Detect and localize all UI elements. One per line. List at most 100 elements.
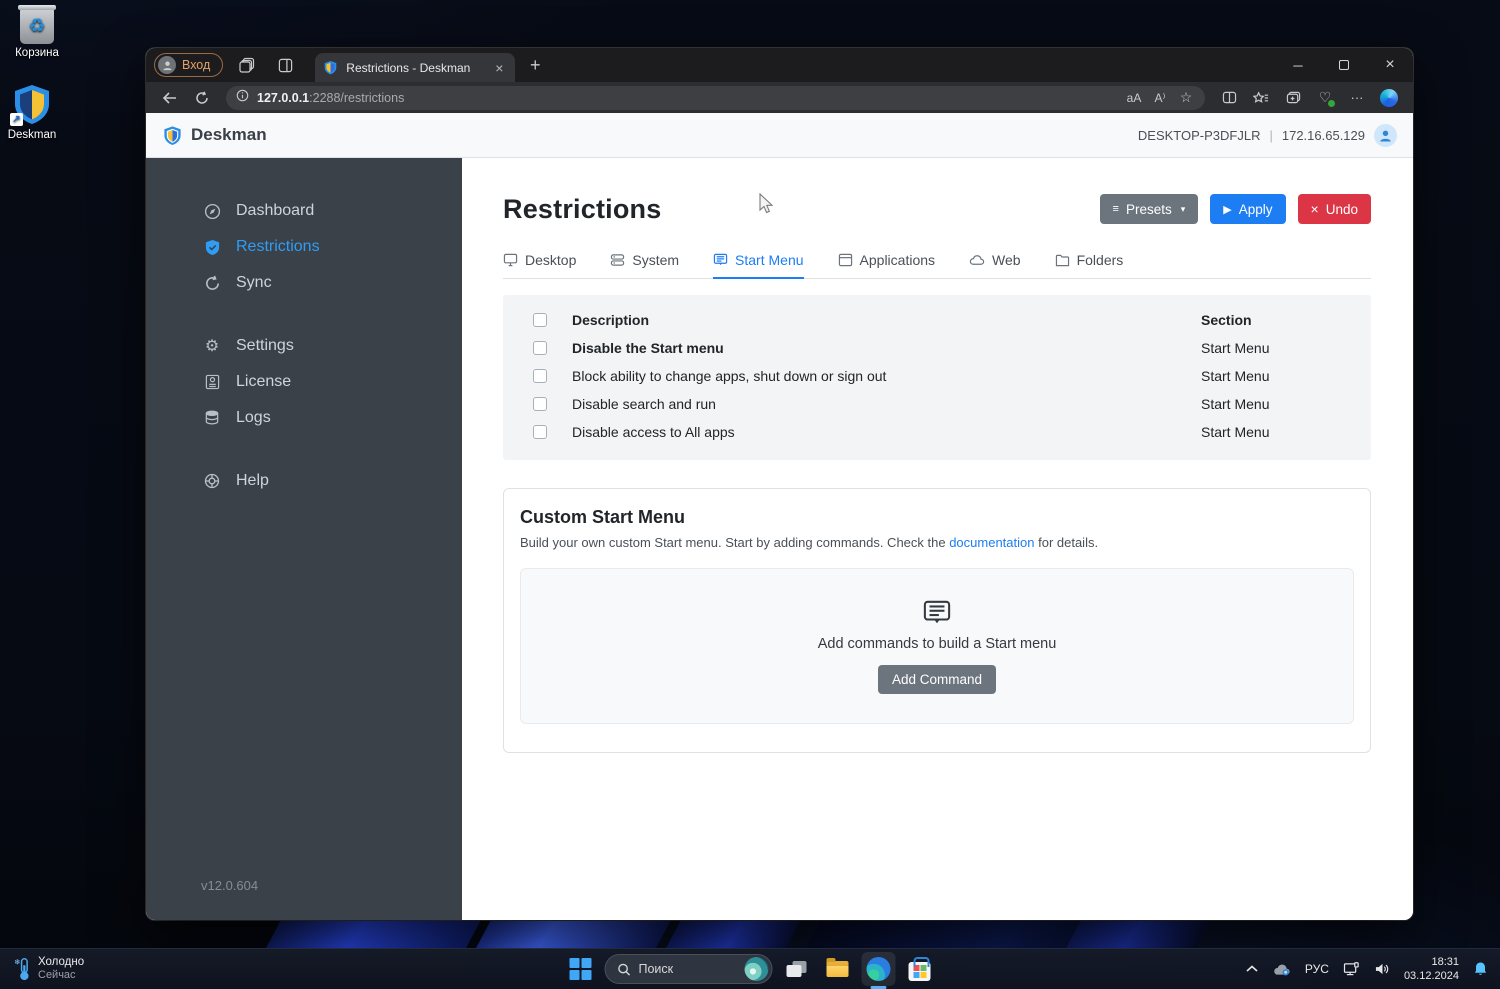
tab-actions-icon[interactable] bbox=[271, 51, 299, 79]
monitor-icon bbox=[503, 253, 518, 267]
browser-toolbar: 127.0.0.1:2288/restrictions aA A⁾ ☆ ♡ ··… bbox=[146, 82, 1413, 113]
table-row[interactable]: Disable the Start menu Start Menu bbox=[503, 334, 1371, 362]
custom-start-menu-card: Custom Start Menu Build your own custom … bbox=[503, 488, 1371, 753]
brand-shield-icon bbox=[164, 125, 181, 145]
search-icon bbox=[618, 963, 631, 976]
documentation-link[interactable]: documentation bbox=[949, 535, 1034, 550]
cloud-icon bbox=[969, 254, 985, 266]
read-aloud-icon[interactable]: A⁾ bbox=[1147, 87, 1173, 109]
profile-label: Вход bbox=[182, 58, 211, 72]
collections-icon[interactable] bbox=[1279, 86, 1307, 110]
sidebar-item-logs[interactable]: Logs bbox=[146, 400, 462, 436]
workspaces-icon[interactable] bbox=[233, 51, 261, 79]
sidebar: Dashboard Restrictions Sync ⚙ Settings L… bbox=[146, 158, 462, 920]
compass-icon bbox=[203, 203, 221, 220]
refresh-icon[interactable] bbox=[188, 86, 216, 110]
row-checkbox[interactable] bbox=[533, 425, 547, 439]
sidebar-item-restrictions[interactable]: Restrictions bbox=[146, 229, 462, 265]
back-icon[interactable] bbox=[156, 86, 184, 110]
table-row[interactable]: Disable access to All apps Start Menu bbox=[503, 418, 1371, 446]
device-name: DESKTOP-P3DFJLR bbox=[1137, 127, 1261, 143]
gear-icon: ⚙ bbox=[204, 338, 220, 355]
row-checkbox[interactable] bbox=[533, 341, 547, 355]
page-title: Restrictions bbox=[503, 194, 662, 224]
file-explorer-button[interactable] bbox=[821, 952, 855, 986]
play-icon: ▶ bbox=[1223, 203, 1232, 216]
apply-button[interactable]: ▶ Apply bbox=[1210, 194, 1286, 224]
row-checkbox[interactable] bbox=[533, 397, 547, 411]
presets-button[interactable]: ≡ Presets ▾ bbox=[1099, 194, 1199, 224]
tab-folders[interactable]: Folders bbox=[1055, 252, 1123, 278]
thermometer-icon: ❄ bbox=[14, 957, 29, 981]
tab-start-menu[interactable]: Start Menu bbox=[713, 252, 805, 279]
task-view-button[interactable] bbox=[780, 952, 814, 986]
edge-browser-button[interactable] bbox=[861, 952, 896, 989]
sidebar-item-license[interactable]: License bbox=[146, 364, 462, 400]
table-row[interactable]: Disable search and run Start Menu bbox=[503, 390, 1371, 418]
taskbar-search[interactable]: Поиск bbox=[604, 954, 773, 984]
volume-icon[interactable] bbox=[1374, 962, 1390, 976]
deskman-app: Deskman DESKTOP-P3DFJLR | 172.16.65.129 … bbox=[146, 113, 1413, 920]
settings-more-icon[interactable]: ··· bbox=[1343, 86, 1371, 110]
network-icon[interactable] bbox=[1343, 962, 1360, 976]
tab-desktop[interactable]: Desktop bbox=[503, 252, 576, 278]
dropzone-text: Add commands to build a Start menu bbox=[817, 635, 1057, 652]
tab-applications[interactable]: Applications bbox=[838, 252, 935, 278]
start-menu-icon bbox=[713, 253, 728, 267]
sidebar-item-sync[interactable]: Sync bbox=[146, 265, 462, 301]
row-checkbox[interactable] bbox=[533, 369, 547, 383]
language-indicator[interactable]: РУС bbox=[1305, 962, 1329, 976]
profile-button[interactable]: Вход bbox=[154, 53, 224, 77]
window-minimize-button[interactable]: ─ bbox=[1275, 48, 1321, 82]
weather-condition: Холодно bbox=[38, 955, 85, 968]
sidebar-item-help[interactable]: Help bbox=[146, 463, 462, 499]
desktop-icon-recycle-bin[interactable]: ♻ Корзина bbox=[0, 5, 80, 59]
notifications-bell-icon[interactable] bbox=[1473, 961, 1488, 977]
taskbar-clock[interactable]: 18:31 03.12.2024 bbox=[1404, 955, 1459, 984]
select-all-checkbox[interactable] bbox=[533, 313, 547, 327]
favorite-star-icon[interactable]: ☆ bbox=[1173, 87, 1199, 109]
brand-name: Deskman bbox=[191, 125, 267, 144]
tab-web[interactable]: Web bbox=[969, 252, 1021, 278]
table-row[interactable]: Block ability to change apps, shut down … bbox=[503, 362, 1371, 390]
split-screen-icon[interactable] bbox=[1215, 86, 1243, 110]
address-url: 127.0.0.1:2288/restrictions bbox=[257, 90, 405, 105]
tab-title: Restrictions - Deskman bbox=[346, 60, 471, 75]
table-header-row: Description Section bbox=[503, 306, 1371, 334]
clock-time: 18:31 bbox=[1431, 955, 1459, 968]
server-icon bbox=[610, 253, 625, 267]
tab-close-icon[interactable]: × bbox=[491, 60, 507, 76]
profile-avatar-icon bbox=[158, 56, 176, 74]
windows-logo-icon bbox=[569, 958, 592, 980]
start-menu-dropzone: Add commands to build a Start menu Add C… bbox=[520, 568, 1354, 724]
desktop-icon-deskman[interactable]: ↗ Deskman bbox=[0, 82, 75, 141]
sidebar-item-settings[interactable]: ⚙ Settings bbox=[146, 328, 462, 364]
tab-favicon-shield-icon bbox=[324, 61, 337, 75]
browser-tab-strip: Вход Restrictions - Deskman × + ─ × bbox=[146, 48, 1413, 82]
address-bar[interactable]: 127.0.0.1:2288/restrictions aA A⁾ ☆ bbox=[226, 85, 1205, 110]
user-avatar[interactable] bbox=[1374, 123, 1397, 147]
tray-chevron-up-icon[interactable] bbox=[1246, 965, 1258, 973]
card-description: Build your own custom Start menu. Start … bbox=[520, 535, 1099, 550]
desktop-icon-label: Deskman bbox=[7, 129, 57, 141]
favorites-icon[interactable] bbox=[1247, 86, 1275, 110]
window-maximize-button[interactable] bbox=[1321, 48, 1367, 82]
browser-essentials-icon[interactable]: ♡ bbox=[1311, 86, 1339, 110]
browser-window: Вход Restrictions - Deskman × + ─ × 127.… bbox=[146, 48, 1413, 920]
restrictions-table: Description Section Disable the Start me… bbox=[503, 295, 1371, 460]
search-daily-image bbox=[744, 957, 769, 981]
sidebar-item-dashboard[interactable]: Dashboard bbox=[146, 193, 462, 229]
microsoft-store-button[interactable] bbox=[903, 952, 937, 986]
onedrive-cloud-icon[interactable] bbox=[1272, 963, 1291, 976]
site-info-icon[interactable] bbox=[236, 89, 249, 107]
undo-button[interactable]: × Undo bbox=[1297, 194, 1371, 224]
browser-tab[interactable]: Restrictions - Deskman × bbox=[315, 53, 516, 82]
add-command-button[interactable]: Add Command bbox=[877, 664, 997, 694]
start-button[interactable] bbox=[564, 952, 598, 986]
copilot-icon[interactable] bbox=[1375, 86, 1403, 110]
taskbar-weather-widget[interactable]: ❄ Холодно Сейчас bbox=[0, 949, 98, 989]
window-close-button[interactable]: × bbox=[1367, 48, 1413, 82]
translate-icon[interactable]: aA bbox=[1121, 87, 1147, 109]
tab-system[interactable]: System bbox=[610, 252, 679, 278]
new-tab-button[interactable]: + bbox=[521, 51, 549, 79]
